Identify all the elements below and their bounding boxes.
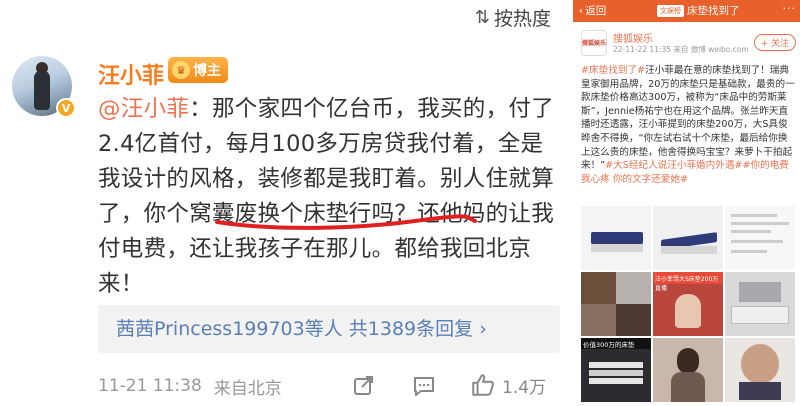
back-label: 返回 [585,5,607,17]
comment-time: 11-21 11:38 [98,376,202,396]
reply-text: 等人 [304,318,349,340]
image-grid: 汪小菲骂大S床垫200万直播 价值300万的床垫 [581,206,795,406]
image-chat-screenshot[interactable] [725,206,795,270]
nav-title-text: 床垫找到了 [687,5,740,17]
more-icon[interactable]: ··· [783,2,797,15]
hashtag-link[interactable]: #床垫找到了# [581,65,645,76]
comment-body: ：那个家四个亿台币，我买的，付了2.4亿首付，每月100多万房贷我付着，全是我设… [98,96,555,297]
sort-swap-icon: ⇅ [474,7,490,28]
sort-label: 按热度 [493,8,551,30]
thumbs-up-icon [472,374,494,396]
comment-panel: ⇅ 按热度 V 汪小菲 ♛ 博主 @汪小菲：那个家四个亿台币，我买的，付了2.4… [0,0,565,406]
sort-by-hot-button[interactable]: ⇅ 按热度 [475,4,551,31]
nav-bar: ‹ 返回 文娱榜 床垫找到了 ··· [573,0,800,22]
chevron-left-icon: ‹ [579,4,584,17]
hot-list-tag: 文娱榜 [657,4,684,17]
mention-link[interactable]: @汪小菲 [98,96,189,122]
chevron-right-icon: › [479,318,487,340]
weibo-post-screenshot: ‹ 返回 文娱榜 床垫找到了 ··· 搜狐娱乐 搜狐娱乐 22-11-22 11… [569,0,800,406]
image-woman-photo[interactable] [653,338,723,402]
back-button[interactable]: ‹ 返回 [579,3,606,18]
post-time: 22-11-22 11:35 来自 微博 weibo.com [613,45,749,54]
post-body: #床垫找到了#汪小菲最在意的床垫找到了！瑞典皇家御用品牌，20万的床垫只是基础款… [581,64,795,186]
source-logo[interactable]: 搜狐娱乐 [581,30,607,56]
crown-icon: ♛ [172,61,190,79]
image-collage[interactable] [581,272,651,336]
image-mattress-layers[interactable]: 价值300万的床垫 [581,338,651,402]
reply-user: 茜茜Princess199703 [116,318,305,340]
image-meme[interactable] [725,338,795,402]
like-button[interactable]: 1.4万 [470,372,546,398]
price-caption: 价值300万的床垫 [583,341,635,349]
verified-badge-icon: V [56,98,76,118]
like-count: 1.4万 [502,377,547,398]
comment-location: 来自北京 [213,378,282,399]
replies-summary-link[interactable]: 茜茜Princess199703等人 共1389条回复 › [98,305,560,353]
livestream-caption: 汪小菲骂大S床垫200万直播 [655,276,719,292]
image-livestream[interactable]: 汪小菲骂大S床垫200万直播 [653,272,723,336]
source-name[interactable]: 搜狐娱乐 [613,30,653,45]
comment-text: @汪小菲：那个家四个亿台币，我买的，付了2.4亿首付，每月100多万房贷我付着，… [98,92,560,302]
follow-button[interactable]: + 关注 [753,34,796,51]
nav-title: 文娱榜 床垫找到了 [657,3,740,18]
reply-count: 共1389条回复 [348,318,474,340]
username[interactable]: 汪小菲 [98,58,164,90]
image-mattress-1[interactable] [581,206,651,270]
vip-badge: ♛ 博主 [168,57,228,83]
post-body-text: 汪小菲最在意的床垫找到了！瑞典皇家御用品牌，20万的床垫只是基础款，最贵的一款床… [581,65,795,172]
image-bedroom[interactable] [725,272,795,336]
comment-icon [414,377,434,396]
comment-button[interactable] [412,374,436,398]
image-mattress-2[interactable] [653,206,723,270]
hashtag-link[interactable]: #大S经纪人说汪小菲婚内外遇# [605,160,742,171]
share-button[interactable] [352,374,376,398]
share-icon [354,376,373,395]
vip-label: 博主 [193,63,221,79]
post-card: 搜狐娱乐 搜狐娱乐 22-11-22 11:35 来自 微博 weibo.com… [573,22,800,406]
